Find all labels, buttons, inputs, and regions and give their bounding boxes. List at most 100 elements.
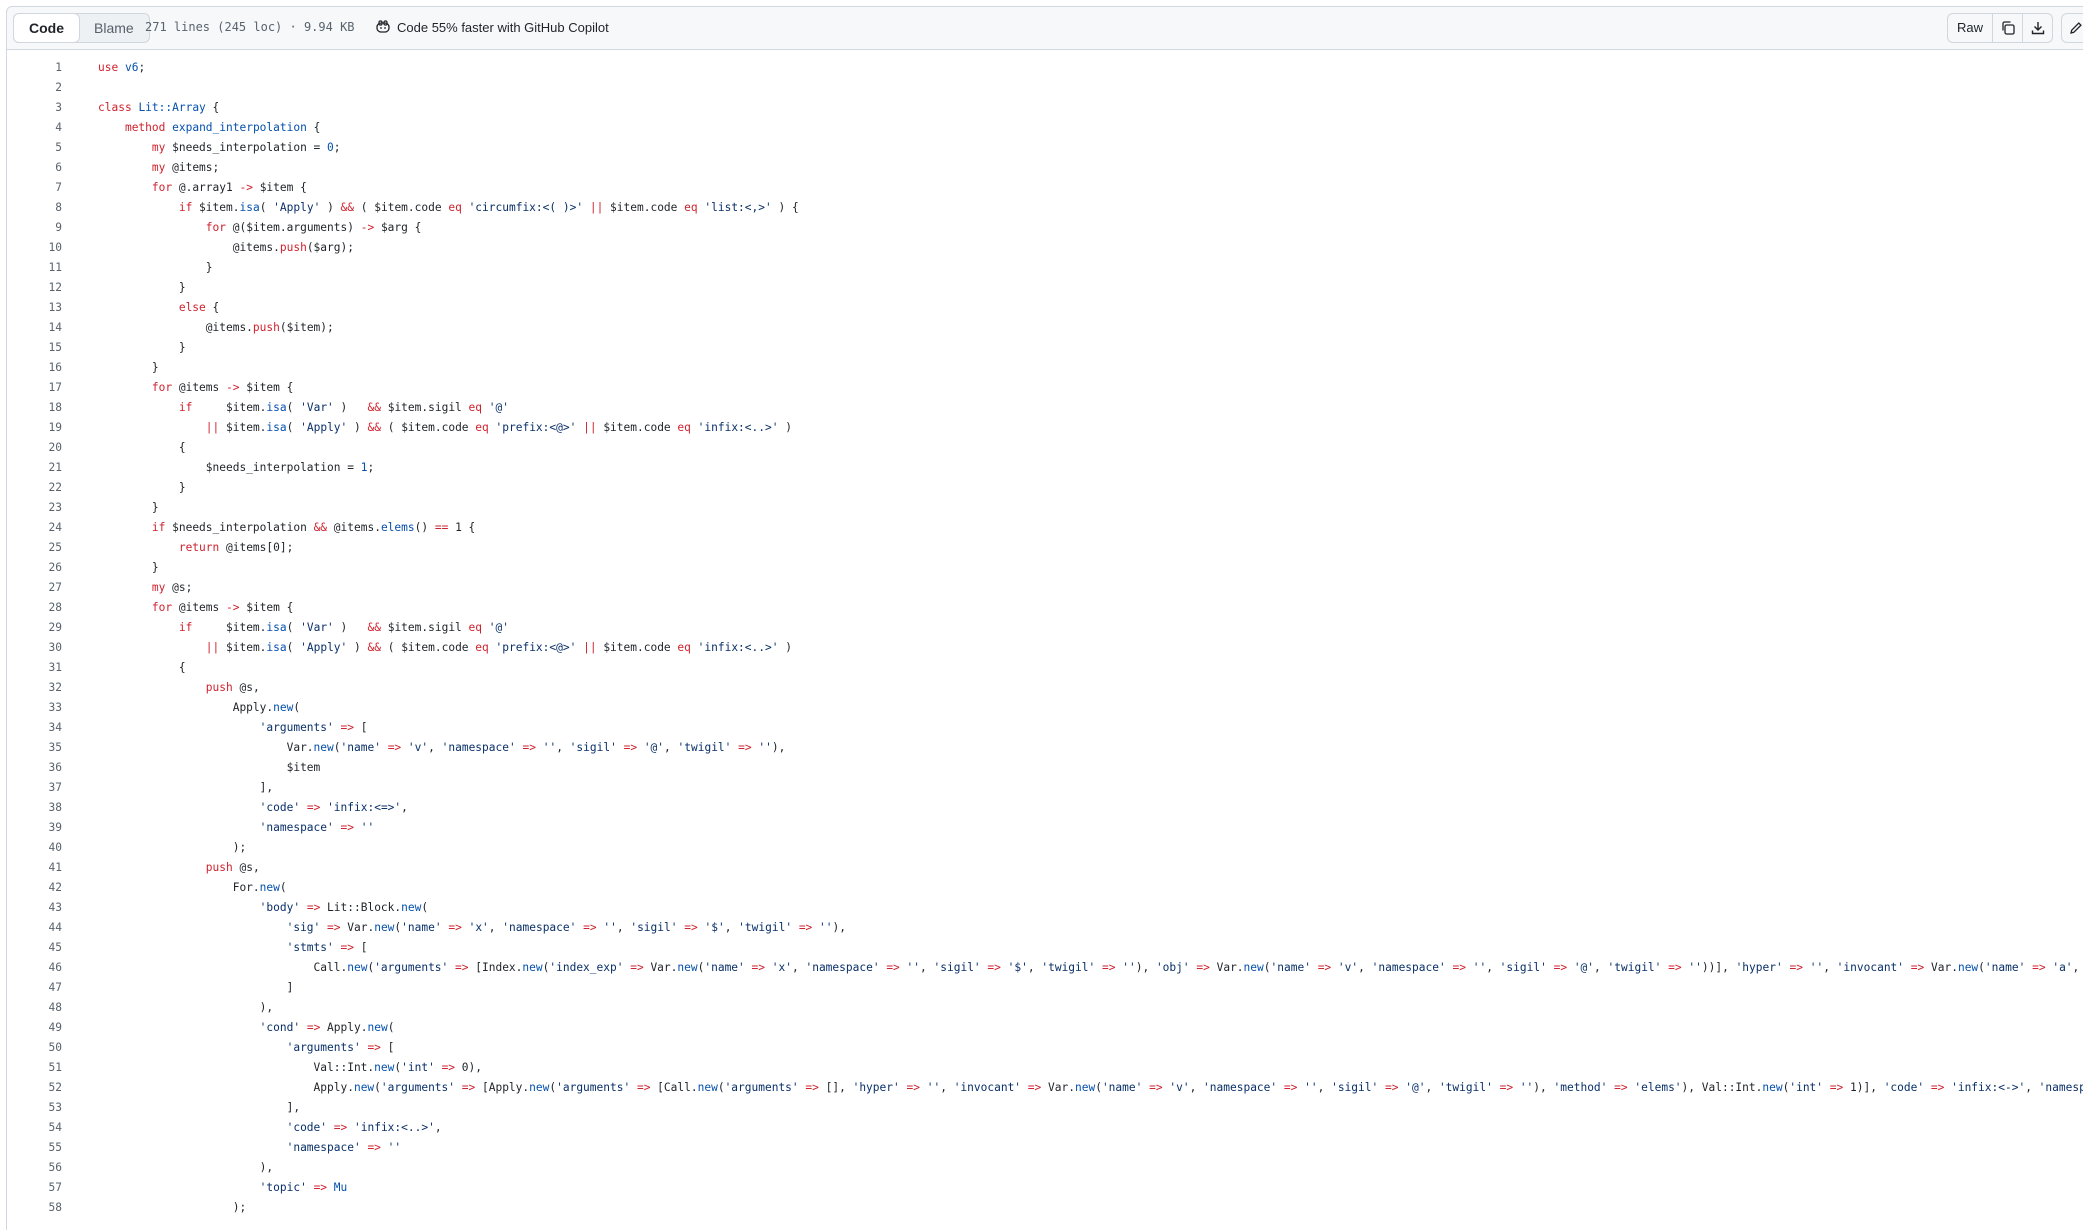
line-number[interactable]: 6 xyxy=(7,158,62,178)
line-number[interactable]: 12 xyxy=(7,278,62,298)
code-text: 'code' => 'infix:<=>', xyxy=(259,801,408,814)
code-line: 41 push @s, xyxy=(7,858,2083,878)
code-text: Call.new('arguments' => [Index.new('inde… xyxy=(98,961,2080,974)
line-number[interactable]: 40 xyxy=(7,838,62,858)
tab-code[interactable]: Code xyxy=(13,13,80,43)
line-number[interactable]: 53 xyxy=(7,1098,62,1118)
line-number[interactable]: 26 xyxy=(7,558,62,578)
code-line: 12 } xyxy=(7,278,2083,298)
code-text: @items.push($arg); xyxy=(98,241,354,254)
code-text: 'code' => 'infix:<..>', xyxy=(286,1121,442,1134)
copy-button[interactable] xyxy=(1993,13,2024,43)
code-text: for @($item.arguments) -> $arg { xyxy=(205,221,422,234)
line-number[interactable]: 49 xyxy=(7,1018,62,1038)
code-line: 36 $item xyxy=(7,758,2083,778)
line-number[interactable]: 51 xyxy=(7,1058,62,1078)
code-text: my @items; xyxy=(151,161,220,174)
line-number[interactable]: 8 xyxy=(7,198,62,218)
line-number[interactable]: 50 xyxy=(7,1038,62,1058)
line-number[interactable]: 22 xyxy=(7,478,62,498)
line-number[interactable]: 33 xyxy=(7,698,62,718)
line-number[interactable]: 27 xyxy=(7,578,62,598)
line-number[interactable]: 44 xyxy=(7,918,62,938)
line-number[interactable]: 5 xyxy=(7,138,62,158)
line-number[interactable]: 35 xyxy=(7,738,62,758)
line-number[interactable]: 57 xyxy=(7,1178,62,1198)
code-text: Var.new('name' => 'v', 'namespace' => ''… xyxy=(98,741,786,754)
code-text: ], xyxy=(98,781,274,794)
line-number[interactable]: 4 xyxy=(7,118,62,138)
code-text: ); xyxy=(98,841,247,854)
edit-button[interactable] xyxy=(2061,13,2083,43)
line-number[interactable]: 13 xyxy=(7,298,62,318)
code-line: 30 || $item.isa( 'Apply' ) && ( $item.co… xyxy=(7,638,2083,658)
line-number[interactable]: 17 xyxy=(7,378,62,398)
line-number[interactable]: 30 xyxy=(7,638,62,658)
line-number[interactable]: 55 xyxy=(7,1138,62,1158)
code-line: 5 my $needs_interpolation = 0; xyxy=(7,138,2083,158)
line-number[interactable]: 47 xyxy=(7,978,62,998)
download-button[interactable] xyxy=(2023,13,2054,43)
line-number[interactable]: 48 xyxy=(7,998,62,1018)
line-number[interactable]: 19 xyxy=(7,418,62,438)
line-number[interactable]: 56 xyxy=(7,1158,62,1178)
code-line: 11 } xyxy=(7,258,2083,278)
code-text: { xyxy=(98,441,186,454)
code-line: 15 } xyxy=(7,338,2083,358)
code-line: 50 'arguments' => [ xyxy=(7,1038,2083,1058)
code-line: 56 ), xyxy=(7,1158,2083,1178)
copilot-text: Code 55% faster with GitHub Copilot xyxy=(397,19,609,35)
line-number[interactable]: 52 xyxy=(7,1078,62,1098)
code-text: ], xyxy=(98,1101,301,1114)
line-number[interactable]: 24 xyxy=(7,518,62,538)
code-line: 20 { xyxy=(7,438,2083,458)
line-number[interactable]: 2 xyxy=(7,78,62,98)
line-number[interactable]: 20 xyxy=(7,438,62,458)
raw-button[interactable]: Raw xyxy=(1947,13,1994,43)
line-number[interactable]: 10 xyxy=(7,238,62,258)
line-number[interactable]: 14 xyxy=(7,318,62,338)
line-number[interactable]: 42 xyxy=(7,878,62,898)
copilot-promo[interactable]: Code 55% faster with GitHub Copilot xyxy=(375,19,609,35)
line-number[interactable]: 1 xyxy=(7,58,62,78)
line-number[interactable]: 7 xyxy=(7,178,62,198)
tab-blame[interactable]: Blame xyxy=(79,14,149,42)
line-number[interactable]: 34 xyxy=(7,718,62,738)
line-number[interactable]: 41 xyxy=(7,858,62,878)
line-number[interactable]: 16 xyxy=(7,358,62,378)
line-number[interactable]: 15 xyxy=(7,338,62,358)
line-number[interactable]: 18 xyxy=(7,398,62,418)
line-number[interactable]: 39 xyxy=(7,818,62,838)
code-line: 44 'sig' => Var.new('name' => 'x', 'name… xyxy=(7,918,2083,938)
line-number[interactable]: 25 xyxy=(7,538,62,558)
line-number[interactable]: 54 xyxy=(7,1118,62,1138)
line-number[interactable]: 31 xyxy=(7,658,62,678)
line-number[interactable]: 45 xyxy=(7,938,62,958)
line-number[interactable]: 38 xyxy=(7,798,62,818)
code-line: 34 'arguments' => [ xyxy=(7,718,2083,738)
line-number[interactable]: 23 xyxy=(7,498,62,518)
code-line: 25 return @items[0]; xyxy=(7,538,2083,558)
line-number[interactable]: 28 xyxy=(7,598,62,618)
code-line: 32 push @s, xyxy=(7,678,2083,698)
line-number[interactable]: 46 xyxy=(7,958,62,978)
line-number[interactable]: 36 xyxy=(7,758,62,778)
line-number[interactable]: 21 xyxy=(7,458,62,478)
code-text: for @items -> $item { xyxy=(151,381,294,394)
code-text: Val::Int.new('int' => 0), xyxy=(98,1061,482,1074)
code-line: 18 if $item.isa( 'Var' ) && $item.sigil … xyxy=(7,398,2083,418)
code-line: 22 } xyxy=(7,478,2083,498)
line-number[interactable]: 32 xyxy=(7,678,62,698)
code-text: 'namespace' => '' xyxy=(259,821,375,834)
line-number[interactable]: 37 xyxy=(7,778,62,798)
line-number[interactable]: 3 xyxy=(7,98,62,118)
code-line: 51 Val::Int.new('int' => 0), xyxy=(7,1058,2083,1078)
line-number[interactable]: 29 xyxy=(7,618,62,638)
line-number[interactable]: 43 xyxy=(7,898,62,918)
code-text: @items.push($item); xyxy=(98,321,334,334)
code-text: } xyxy=(98,341,186,354)
line-number[interactable]: 11 xyxy=(7,258,62,278)
line-number[interactable]: 9 xyxy=(7,218,62,238)
line-number[interactable]: 58 xyxy=(7,1198,62,1218)
